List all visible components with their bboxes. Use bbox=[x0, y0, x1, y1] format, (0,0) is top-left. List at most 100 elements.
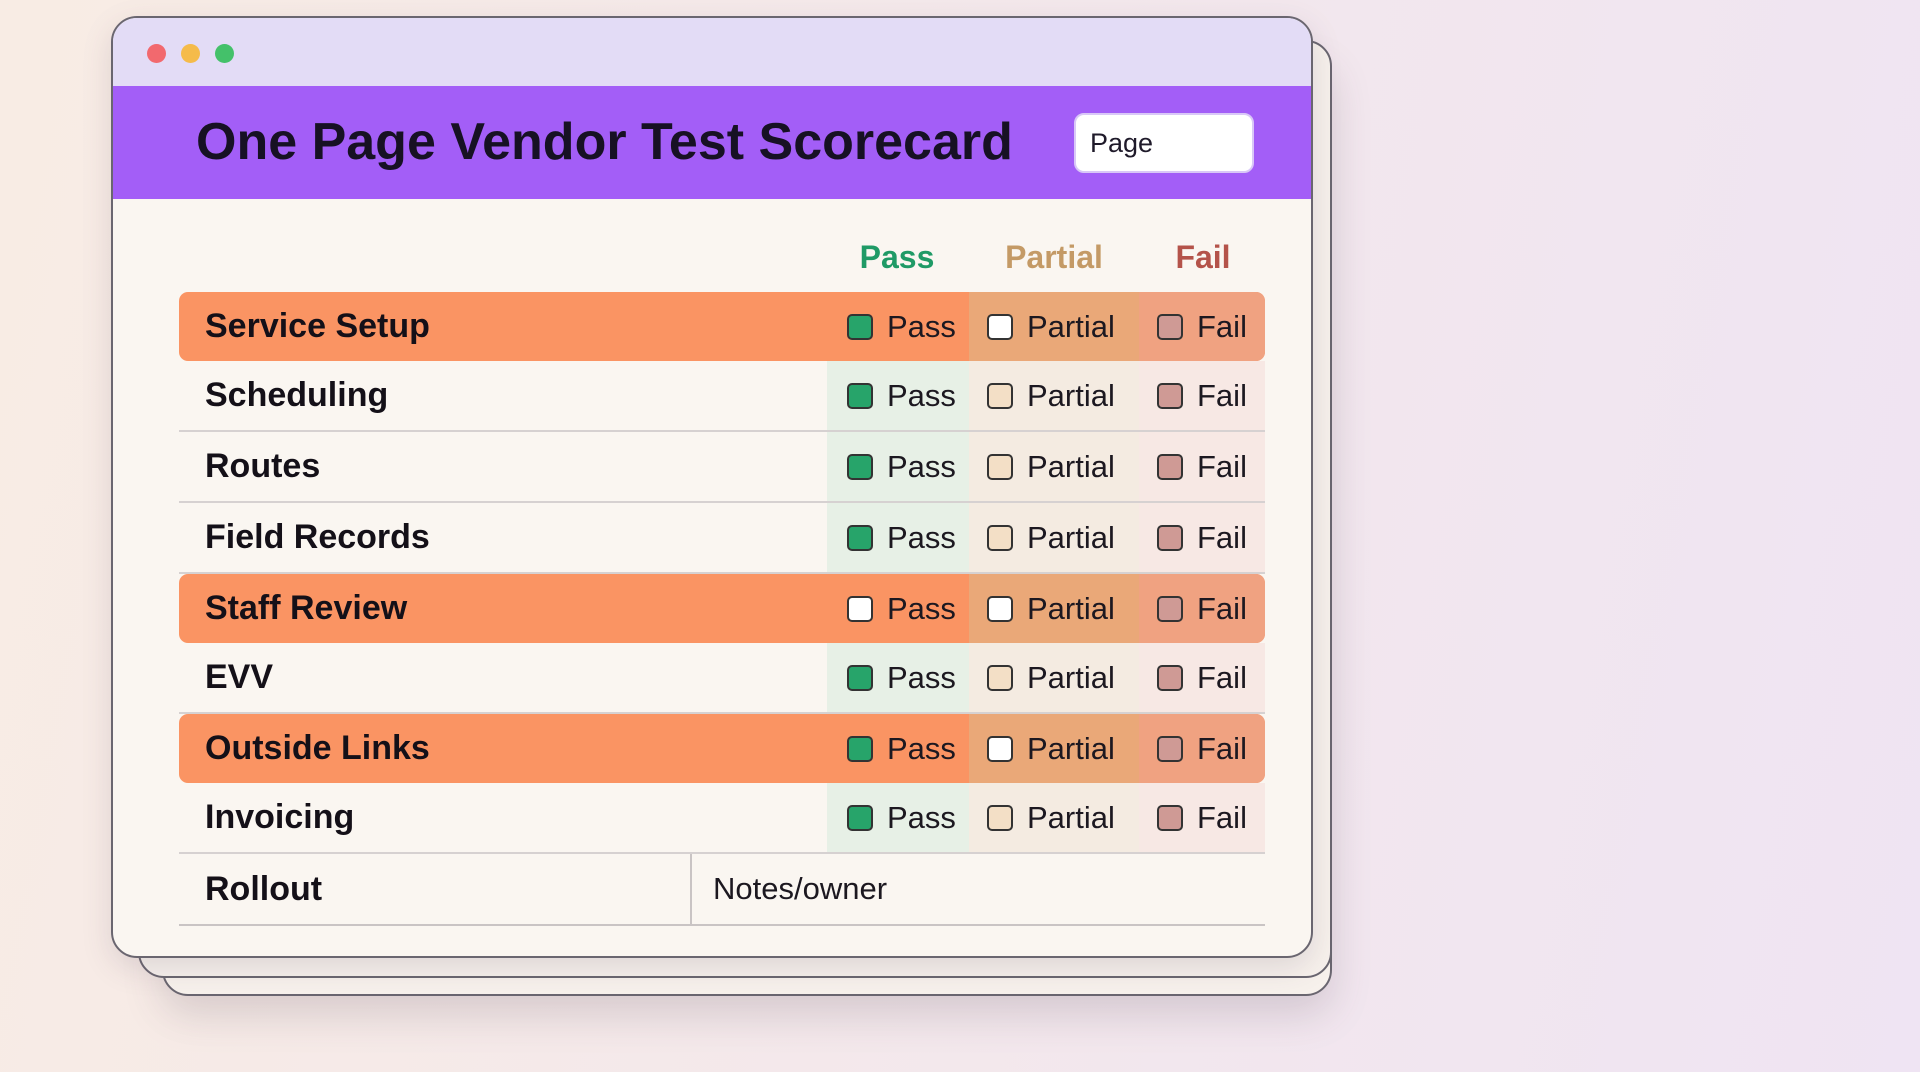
pass-label: Pass bbox=[887, 799, 956, 835]
pass-option[interactable]: Pass bbox=[827, 714, 969, 783]
close-dot[interactable] bbox=[147, 44, 166, 63]
row-label: Invoicing bbox=[205, 798, 355, 836]
scorecard-window: One Page Vendor Test Scorecard Pass Part… bbox=[111, 16, 1313, 958]
fail-label: Fail bbox=[1197, 519, 1247, 555]
scorecard-row: Scheduling Pass Partial Fail bbox=[179, 361, 1265, 432]
pass-option[interactable]: Pass bbox=[827, 574, 969, 643]
fail-label: Fail bbox=[1197, 590, 1247, 626]
fail-option[interactable]: Fail bbox=[1139, 432, 1265, 501]
fail-label: Fail bbox=[1197, 730, 1247, 766]
pass-checkbox[interactable] bbox=[847, 313, 873, 340]
partial-checkbox[interactable] bbox=[987, 382, 1013, 409]
scorecard-rows: Service Setup Pass Partial Fail Scheduling Pa… bbox=[179, 292, 1265, 854]
partial-checkbox[interactable] bbox=[987, 735, 1013, 762]
pass-label: Pass bbox=[887, 377, 956, 413]
pass-label: Pass bbox=[887, 659, 956, 695]
pass-option[interactable]: Pass bbox=[827, 361, 969, 430]
scorecard-row: Routes Pass Partial Fail bbox=[179, 432, 1265, 503]
fail-label: Fail bbox=[1197, 377, 1247, 413]
scorecard-row: EVV Pass Partial Fail bbox=[179, 643, 1265, 714]
fail-checkbox[interactable] bbox=[1157, 524, 1183, 551]
rollout-row: Rollout Notes/owner bbox=[179, 854, 1265, 926]
scorecard-row: Service Setup Pass Partial Fail bbox=[179, 292, 1265, 361]
partial-label: Partial bbox=[1027, 519, 1115, 555]
pass-option[interactable]: Pass bbox=[827, 503, 969, 572]
scorecard-row: Field Records Pass Partial Fail bbox=[179, 503, 1265, 574]
row-label: Outside Links bbox=[205, 729, 430, 767]
partial-label: Partial bbox=[1027, 308, 1115, 344]
rollout-notes-field[interactable]: Notes/owner bbox=[713, 854, 887, 924]
partial-option[interactable]: Partial bbox=[969, 503, 1139, 572]
partial-option[interactable]: Partial bbox=[969, 714, 1139, 783]
fail-checkbox[interactable] bbox=[1157, 453, 1183, 480]
pass-checkbox[interactable] bbox=[847, 524, 873, 551]
partial-label: Partial bbox=[1027, 730, 1115, 766]
pass-checkbox[interactable] bbox=[847, 735, 873, 762]
pass-checkbox[interactable] bbox=[847, 804, 873, 831]
pass-option[interactable]: Pass bbox=[827, 783, 969, 852]
pass-option[interactable]: Pass bbox=[827, 432, 969, 501]
scorecard-row: Outside Links Pass Partial Fail bbox=[179, 714, 1265, 783]
pass-label: Pass bbox=[887, 519, 956, 555]
partial-option[interactable]: Partial bbox=[969, 783, 1139, 852]
fail-checkbox[interactable] bbox=[1157, 735, 1183, 762]
fail-option[interactable]: Fail bbox=[1139, 292, 1265, 361]
partial-checkbox[interactable] bbox=[987, 804, 1013, 831]
fail-option[interactable]: Fail bbox=[1139, 643, 1265, 712]
scorecard-header: One Page Vendor Test Scorecard bbox=[113, 86, 1311, 199]
column-header-partial: Partial bbox=[1005, 239, 1103, 275]
pass-label: Pass bbox=[887, 308, 956, 344]
fail-label: Fail bbox=[1197, 308, 1247, 344]
column-header-pass: Pass bbox=[859, 239, 935, 275]
pass-label: Pass bbox=[887, 590, 956, 626]
fail-checkbox[interactable] bbox=[1157, 382, 1183, 409]
partial-checkbox[interactable] bbox=[987, 664, 1013, 691]
rollout-divider bbox=[690, 854, 692, 924]
partial-checkbox[interactable] bbox=[987, 453, 1013, 480]
fail-option[interactable]: Fail bbox=[1139, 783, 1265, 852]
partial-checkbox[interactable] bbox=[987, 524, 1013, 551]
pass-label: Pass bbox=[887, 448, 956, 484]
row-label: Scheduling bbox=[205, 376, 389, 414]
partial-label: Partial bbox=[1027, 659, 1115, 695]
partial-option[interactable]: Partial bbox=[969, 574, 1139, 643]
partial-label: Partial bbox=[1027, 377, 1115, 413]
fail-checkbox[interactable] bbox=[1157, 804, 1183, 831]
scorecard-row: Staff Review Pass Partial Fail bbox=[179, 574, 1265, 643]
row-label: Field Records bbox=[205, 518, 430, 556]
maximize-dot[interactable] bbox=[215, 44, 234, 63]
partial-option[interactable]: Partial bbox=[969, 361, 1139, 430]
partial-option[interactable]: Partial bbox=[969, 432, 1139, 501]
pass-label: Pass bbox=[887, 730, 956, 766]
page-title: One Page Vendor Test Scorecard bbox=[196, 113, 1013, 171]
scorecard-table: Service Setup Pass Partial Fail Scheduling Pa… bbox=[179, 292, 1265, 926]
fail-checkbox[interactable] bbox=[1157, 664, 1183, 691]
partial-label: Partial bbox=[1027, 799, 1115, 835]
pass-option[interactable]: Pass bbox=[827, 292, 969, 361]
pass-checkbox[interactable] bbox=[847, 595, 873, 622]
window-titlebar bbox=[113, 18, 1311, 86]
pass-checkbox[interactable] bbox=[847, 382, 873, 409]
fail-option[interactable]: Fail bbox=[1139, 574, 1265, 643]
column-header-fail: Fail bbox=[1175, 239, 1231, 275]
fail-label: Fail bbox=[1197, 799, 1247, 835]
minimize-dot[interactable] bbox=[181, 44, 200, 63]
fail-option[interactable]: Fail bbox=[1139, 361, 1265, 430]
page-field[interactable] bbox=[1074, 113, 1254, 173]
scorecard-content: Pass Partial Fail Service Setup Pass Parti… bbox=[113, 199, 1311, 956]
fail-checkbox[interactable] bbox=[1157, 595, 1183, 622]
partial-option[interactable]: Partial bbox=[969, 292, 1139, 361]
fail-option[interactable]: Fail bbox=[1139, 714, 1265, 783]
scorecard-row: Invoicing Pass Partial Fail bbox=[179, 783, 1265, 854]
pass-checkbox[interactable] bbox=[847, 453, 873, 480]
row-label: Staff Review bbox=[205, 589, 408, 627]
row-label: EVV bbox=[205, 658, 274, 696]
fail-option[interactable]: Fail bbox=[1139, 503, 1265, 572]
partial-checkbox[interactable] bbox=[987, 595, 1013, 622]
partial-option[interactable]: Partial bbox=[969, 643, 1139, 712]
pass-checkbox[interactable] bbox=[847, 664, 873, 691]
partial-checkbox[interactable] bbox=[987, 313, 1013, 340]
fail-label: Fail bbox=[1197, 659, 1247, 695]
pass-option[interactable]: Pass bbox=[827, 643, 969, 712]
fail-checkbox[interactable] bbox=[1157, 313, 1183, 340]
